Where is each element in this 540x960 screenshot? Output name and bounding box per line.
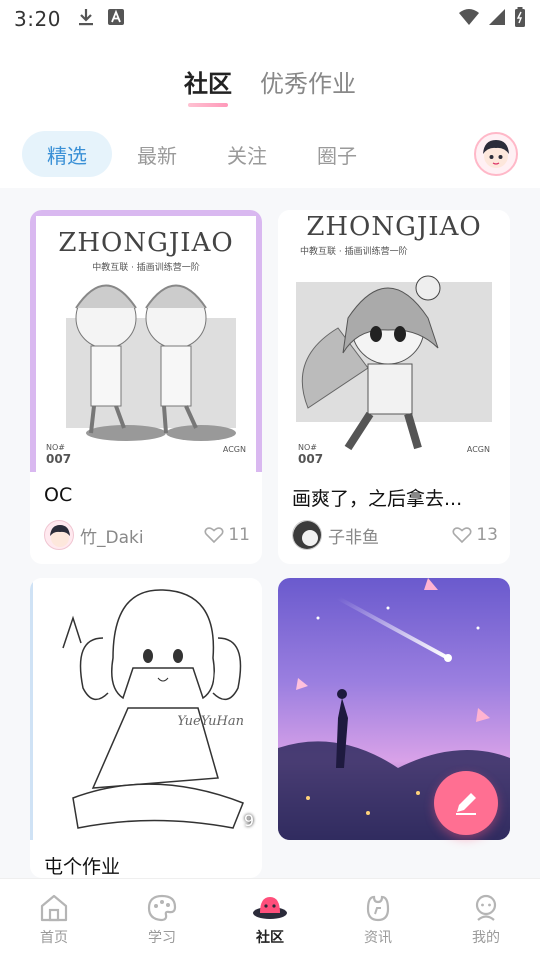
poster-title: ZHONGJIAO <box>306 212 482 242</box>
post-image[interactable]: ZHONGJIAO 中教互联 · 插画训练营一阶 NO# 007 ACGN <box>30 210 262 472</box>
profile-icon <box>475 894 497 921</box>
filter-following[interactable]: 关注 <box>202 131 292 177</box>
tab-excellent-homework[interactable]: 优秀作业 <box>260 64 356 109</box>
poster-title: ZHONGJIAO <box>58 228 234 258</box>
heart-icon <box>452 527 472 544</box>
like-button[interactable]: 11 <box>204 525 250 545</box>
post-title[interactable]: 屯个作业 <box>30 840 262 878</box>
heart-icon <box>204 527 224 544</box>
author-name[interactable]: 子非鱼 <box>328 523 379 548</box>
news-icon <box>366 895 390 921</box>
pencil-icon <box>456 793 476 815</box>
post-image[interactable]: YueYuHan 9 <box>30 578 262 840</box>
artwork-watermark: YueYuHan <box>177 714 244 729</box>
signal-icon <box>488 8 506 30</box>
download-icon <box>77 7 95 31</box>
artwork-sketch-girl <box>62 589 244 829</box>
like-button[interactable]: 13 <box>452 525 498 545</box>
nav-community[interactable]: 社区 <box>216 879 324 960</box>
post-title[interactable]: 画爽了，之后拿去... <box>278 472 510 510</box>
filter-circles[interactable]: 圈子 <box>292 131 382 177</box>
artwork-winged-girl <box>296 275 492 451</box>
like-count: 13 <box>476 525 498 545</box>
image-count: 9 <box>243 811 254 830</box>
post-card[interactable]: ZHONGJIAO 中教互联 · 插画训练营一阶 NO# 007 ACGN 画爽… <box>278 210 510 564</box>
user-avatar[interactable] <box>474 132 518 176</box>
like-count: 11 <box>228 525 250 545</box>
poster-tag: ACGN <box>222 445 246 454</box>
filter-latest[interactable]: 最新 <box>112 131 202 177</box>
create-post-button[interactable] <box>434 771 498 835</box>
filter-featured[interactable]: 精选 <box>22 131 112 177</box>
palette-icon <box>147 894 177 921</box>
bottom-nav: 首页 学习 社区 资讯 我的 <box>0 878 540 960</box>
nav-news[interactable]: 资讯 <box>324 879 432 960</box>
avatar-face-icon <box>483 140 509 168</box>
author-avatar[interactable] <box>44 520 74 550</box>
poster-no: NO# <box>46 443 65 452</box>
nav-home-label: 首页 <box>40 929 68 946</box>
post-card[interactable]: YueYuHan 9 屯个作业 <box>30 578 262 878</box>
nav-home[interactable]: 首页 <box>0 879 108 960</box>
app-a-icon <box>107 8 125 30</box>
post-card[interactable]: ZHONGJIAO 中教互联 · 插画训练营一阶 NO# 007 ACGN OC… <box>30 210 262 564</box>
poster-tag: ACGN <box>466 445 490 454</box>
nav-community-label: 社区 <box>256 929 284 946</box>
nav-news-label: 资讯 <box>364 929 392 946</box>
author-avatar[interactable] <box>292 520 322 550</box>
artwork-two-girls <box>66 284 236 441</box>
poster-subtitle: 中教互联 · 插画训练营一阶 <box>300 247 408 257</box>
home-icon <box>40 894 68 921</box>
tab-community[interactable]: 社区 <box>184 64 232 109</box>
community-icon <box>253 896 287 919</box>
nav-study[interactable]: 学习 <box>108 879 216 960</box>
status-time: 3:20 <box>14 7 61 31</box>
post-title[interactable]: OC <box>30 472 262 510</box>
filter-row: 精选 最新 关注 圈子 <box>22 130 518 178</box>
top-tabs: 社区 优秀作业 <box>0 64 540 109</box>
wifi-icon <box>458 8 480 30</box>
poster-number: 007 <box>298 452 324 466</box>
post-image[interactable]: ZHONGJIAO 中教互联 · 插画训练营一阶 NO# 007 ACGN <box>278 210 510 472</box>
nav-profile-label: 我的 <box>472 929 500 946</box>
author-name[interactable]: 竹_Daki <box>80 523 144 548</box>
poster-number: 007 <box>46 452 72 466</box>
nav-study-label: 学习 <box>148 929 176 946</box>
poster-no: NO# <box>298 443 317 452</box>
status-bar: 3:20 <box>0 0 540 38</box>
battery-icon <box>514 7 526 31</box>
nav-profile[interactable]: 我的 <box>432 879 540 960</box>
